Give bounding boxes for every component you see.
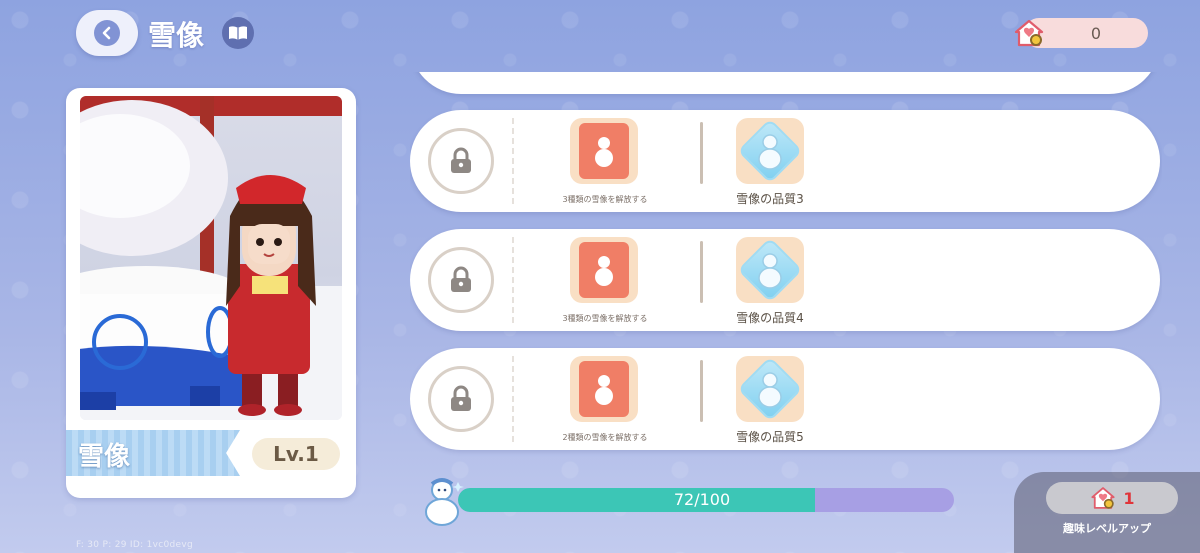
character-portrait [80, 96, 342, 420]
level-badge: Lv.1 [252, 438, 340, 470]
snowman-book-icon [570, 237, 638, 303]
list-item-partial [410, 72, 1160, 94]
dashed-divider [512, 356, 514, 442]
divider [700, 241, 703, 303]
snowman-quality-icon [736, 237, 804, 303]
lock-icon [428, 247, 494, 313]
progress-label: 72/100 [458, 488, 946, 512]
currency-value: 0 [1090, 23, 1102, 43]
house-coin-icon [1091, 487, 1116, 509]
back-button[interactable] [76, 10, 138, 56]
reward-list[interactable]: 3種類の雪像を解放する 雪像の品質3 3種類の雪像を解放する 雪像の品質4 2種… [410, 72, 1162, 462]
snowman-quality-icon [736, 118, 804, 184]
snowman-quality-icon [736, 356, 804, 422]
progress-value: 72/100 [673, 490, 731, 509]
hobby-levelup-button[interactable]: 1 趣味レベルアップ [1014, 472, 1200, 553]
reward-text: 雪像の品質3 [736, 192, 804, 206]
condition-text: 2種類の雪像を解放する [562, 433, 648, 442]
snowman-book-icon [570, 118, 638, 184]
lock-icon [428, 128, 494, 194]
reward-text: 雪像の品質4 [736, 311, 804, 325]
lock-icon [428, 366, 494, 432]
snowman-icon [418, 474, 468, 526]
list-item: 3種類の雪像を解放する 雪像の品質3 [410, 110, 1160, 212]
debug-info: F: 30 P: 29 ID: 1vc0devg [76, 540, 194, 550]
levelup-count: 1 [1123, 488, 1135, 508]
page-title: 雪像 [148, 19, 205, 52]
list-item: 3種類の雪像を解放する 雪像の品質4 [410, 229, 1160, 331]
list-item: 2種類の雪像を解放する 雪像の品質5 [410, 348, 1160, 450]
levelup-label: 趣味レベルアップ [1063, 522, 1151, 535]
reward-text: 雪像の品質5 [736, 430, 804, 444]
condition-text: 3種類の雪像を解放する [562, 314, 648, 323]
divider [700, 360, 703, 422]
dashed-divider [512, 118, 514, 204]
chevron-left-icon [94, 20, 120, 46]
house-coin-icon [1012, 16, 1046, 50]
divider [700, 122, 703, 184]
levelup-cost: 1 [1046, 482, 1178, 514]
dashed-divider [512, 237, 514, 323]
snowman-book-icon [570, 356, 638, 422]
character-card: 雪像 Lv.1 [66, 88, 356, 498]
condition-text: 3種類の雪像を解放する [562, 195, 648, 204]
character-name: 雪像 [78, 442, 131, 472]
book-icon[interactable] [222, 17, 254, 49]
